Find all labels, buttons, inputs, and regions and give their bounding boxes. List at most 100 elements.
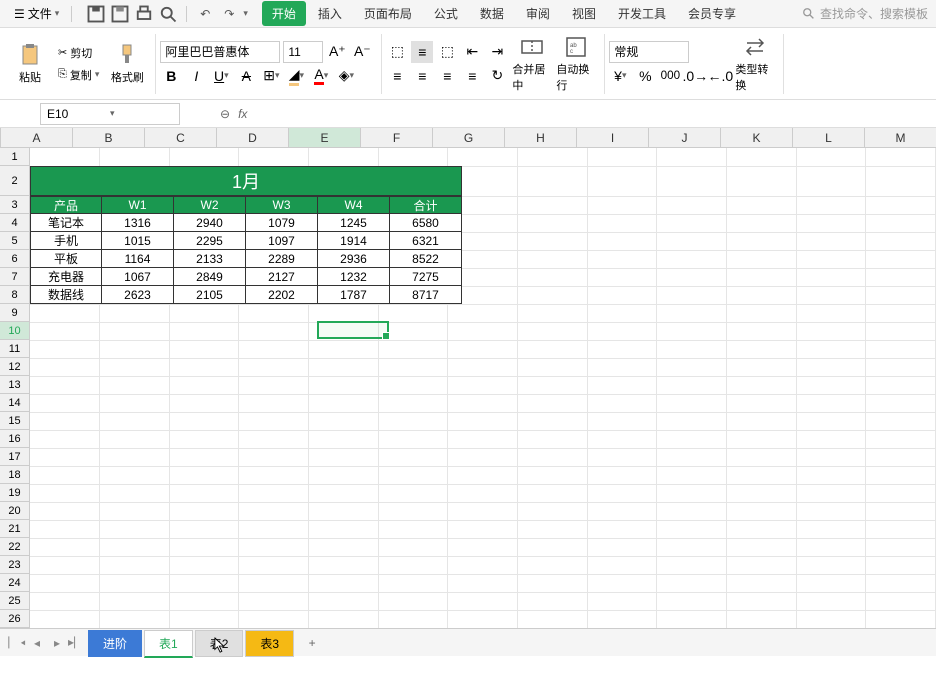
row-header-3[interactable]: 3: [0, 196, 29, 214]
redo-icon[interactable]: ↷: [219, 4, 239, 24]
col-header-B[interactable]: B: [73, 128, 145, 147]
table-cell[interactable]: 2936: [318, 250, 390, 268]
table-cell[interactable]: 2133: [174, 250, 246, 268]
col-header-D[interactable]: D: [217, 128, 289, 147]
ribbon-tab-3[interactable]: 公式: [424, 1, 468, 26]
decrease-font-icon[interactable]: A⁻: [351, 41, 373, 63]
table-header-cell[interactable]: W2: [174, 196, 246, 214]
font-name-select[interactable]: [160, 41, 280, 63]
align-right-icon[interactable]: ≡: [436, 65, 458, 87]
row-header-23[interactable]: 23: [0, 556, 29, 574]
col-header-J[interactable]: J: [649, 128, 721, 147]
row-header-15[interactable]: 15: [0, 412, 29, 430]
align-bottom-icon[interactable]: ⬚: [436, 41, 458, 63]
ribbon-tab-4[interactable]: 数据: [470, 1, 514, 26]
row-header-17[interactable]: 17: [0, 448, 29, 466]
nav-prev-icon[interactable]: ◂: [28, 634, 46, 652]
sheet-tab-3[interactable]: 表3: [245, 630, 294, 657]
row-header-2[interactable]: 2: [0, 166, 29, 196]
row-header-13[interactable]: 13: [0, 376, 29, 394]
row-header-10[interactable]: 10: [0, 322, 29, 340]
col-header-E[interactable]: E: [289, 128, 361, 147]
row-header-8[interactable]: 8: [0, 286, 29, 304]
comma-icon[interactable]: 000: [659, 65, 681, 87]
row-header-25[interactable]: 25: [0, 592, 29, 610]
table-cell[interactable]: 2295: [174, 232, 246, 250]
nav-next-icon[interactable]: ▸: [48, 634, 66, 652]
table-cell[interactable]: 1245: [318, 214, 390, 232]
sheet-tab-jinjie[interactable]: 进阶: [88, 630, 142, 657]
increase-font-icon[interactable]: A⁺: [326, 41, 348, 63]
format-painter-button[interactable]: 格式刷: [107, 43, 147, 85]
copy-button[interactable]: ⎘复制▾: [54, 65, 103, 85]
table-cell[interactable]: 手机: [30, 232, 102, 250]
table-cell[interactable]: 6580: [390, 214, 462, 232]
number-format-select[interactable]: [609, 41, 689, 63]
cells-area[interactable]: 1月产品W1W2W3W4合计笔记本13162940107912456580手机1…: [30, 148, 936, 628]
table-header-cell[interactable]: 产品: [30, 196, 102, 214]
spreadsheet-grid[interactable]: 1234567891011121314151617181920212223242…: [0, 148, 936, 628]
italic-button[interactable]: I: [185, 65, 207, 87]
row-header-26[interactable]: 26: [0, 610, 29, 628]
save-as-icon[interactable]: [110, 4, 130, 24]
table-cell[interactable]: 8717: [390, 286, 462, 304]
save-icon[interactable]: [86, 4, 106, 24]
col-header-A[interactable]: A: [1, 128, 73, 147]
bold-button[interactable]: B: [160, 65, 182, 87]
table-cell[interactable]: 7275: [390, 268, 462, 286]
row-header-5[interactable]: 5: [0, 232, 29, 250]
table-cell[interactable]: 1914: [318, 232, 390, 250]
decrease-decimal-icon[interactable]: ←.0: [709, 65, 731, 87]
row-header-22[interactable]: 22: [0, 538, 29, 556]
table-header-cell[interactable]: W3: [246, 196, 318, 214]
ribbon-tab-0[interactable]: 开始: [262, 1, 306, 26]
increase-decimal-icon[interactable]: .0→: [684, 65, 706, 87]
strike-button[interactable]: A: [235, 65, 257, 87]
row-header-11[interactable]: 11: [0, 340, 29, 358]
print-icon[interactable]: [134, 4, 154, 24]
indent-increase-icon[interactable]: ⇥: [486, 41, 508, 63]
table-cell[interactable]: 1097: [246, 232, 318, 250]
ribbon-tab-1[interactable]: 插入: [308, 1, 352, 26]
type-convert-button[interactable]: 类型转换: [735, 35, 775, 93]
table-cell[interactable]: 2289: [246, 250, 318, 268]
name-box[interactable]: E10 ▾: [40, 103, 180, 125]
sheet-tab-2[interactable]: 表2: [195, 630, 244, 657]
cancel-icon[interactable]: ⊖: [220, 107, 230, 121]
row-header-21[interactable]: 21: [0, 520, 29, 538]
table-cell[interactable]: 1067: [102, 268, 174, 286]
col-header-M[interactable]: M: [865, 128, 936, 147]
table-cell[interactable]: 2127: [246, 268, 318, 286]
font-color-button[interactable]: A▾: [310, 65, 332, 87]
row-header-19[interactable]: 19: [0, 484, 29, 502]
row-header-1[interactable]: 1: [0, 148, 29, 166]
align-center-icon[interactable]: ≡: [411, 65, 433, 87]
table-header-cell[interactable]: 合计: [390, 196, 462, 214]
add-sheet-button[interactable]: +: [302, 633, 322, 653]
row-header-24[interactable]: 24: [0, 574, 29, 592]
align-middle-icon[interactable]: ≡: [411, 41, 433, 63]
row-header-12[interactable]: 12: [0, 358, 29, 376]
currency-icon[interactable]: ¥▾: [609, 65, 631, 87]
table-cell[interactable]: 1079: [246, 214, 318, 232]
orientation-icon[interactable]: ↻: [486, 65, 508, 87]
sheet-tab-1[interactable]: 表1: [144, 630, 193, 658]
ribbon-tab-5[interactable]: 审阅: [516, 1, 560, 26]
row-header-14[interactable]: 14: [0, 394, 29, 412]
table-cell[interactable]: 6321: [390, 232, 462, 250]
undo-icon[interactable]: ↶: [195, 4, 215, 24]
table-cell[interactable]: 2849: [174, 268, 246, 286]
nav-last-icon[interactable]: ▸⎸: [68, 634, 86, 652]
row-header-9[interactable]: 9: [0, 304, 29, 322]
table-cell[interactable]: 笔记本: [30, 214, 102, 232]
effects-button[interactable]: ◈▾: [335, 65, 357, 87]
justify-icon[interactable]: ≡: [461, 65, 483, 87]
table-cell[interactable]: 1232: [318, 268, 390, 286]
table-cell[interactable]: 1164: [102, 250, 174, 268]
col-header-F[interactable]: F: [361, 128, 433, 147]
col-header-H[interactable]: H: [505, 128, 577, 147]
table-cell[interactable]: 1015: [102, 232, 174, 250]
table-cell[interactable]: 2623: [102, 286, 174, 304]
align-left-icon[interactable]: ≡: [386, 65, 408, 87]
col-header-L[interactable]: L: [793, 128, 865, 147]
